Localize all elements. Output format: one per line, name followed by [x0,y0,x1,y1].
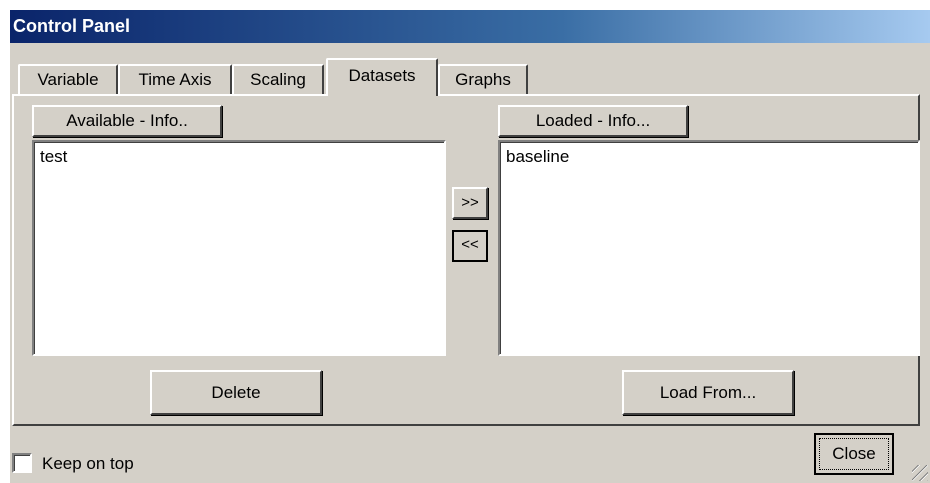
list-item[interactable]: test [40,146,438,168]
available-datasets-list[interactable]: test [32,140,446,356]
resize-grip-icon[interactable] [912,465,928,481]
keep-on-top-label: Keep on top [42,454,134,473]
close-button[interactable]: Close [814,433,894,475]
tab-graphs[interactable]: Graphs [438,64,528,94]
delete-button[interactable]: Delete [150,370,322,415]
loaded-datasets-list[interactable]: baseline [498,140,920,356]
window-frame-left [0,0,10,483]
keep-on-top-checkbox[interactable] [12,453,32,473]
remove-dataset-button[interactable]: << [452,230,488,262]
window-frame-top [0,0,930,10]
tab-scaling[interactable]: Scaling [232,64,324,94]
available-info-button[interactable]: Available - Info.. [32,105,222,137]
window-title: Control Panel [10,10,930,43]
tab-time-axis[interactable]: Time Axis [118,64,232,94]
add-dataset-button[interactable]: >> [452,187,488,219]
loaded-info-button[interactable]: Loaded - Info... [498,105,688,137]
list-item[interactable]: baseline [506,146,912,168]
tab-variable[interactable]: Variable [18,64,118,94]
focus-rectangle [819,438,889,470]
load-from-button[interactable]: Load From... [622,370,794,415]
tab-datasets[interactable]: Datasets [326,58,438,96]
